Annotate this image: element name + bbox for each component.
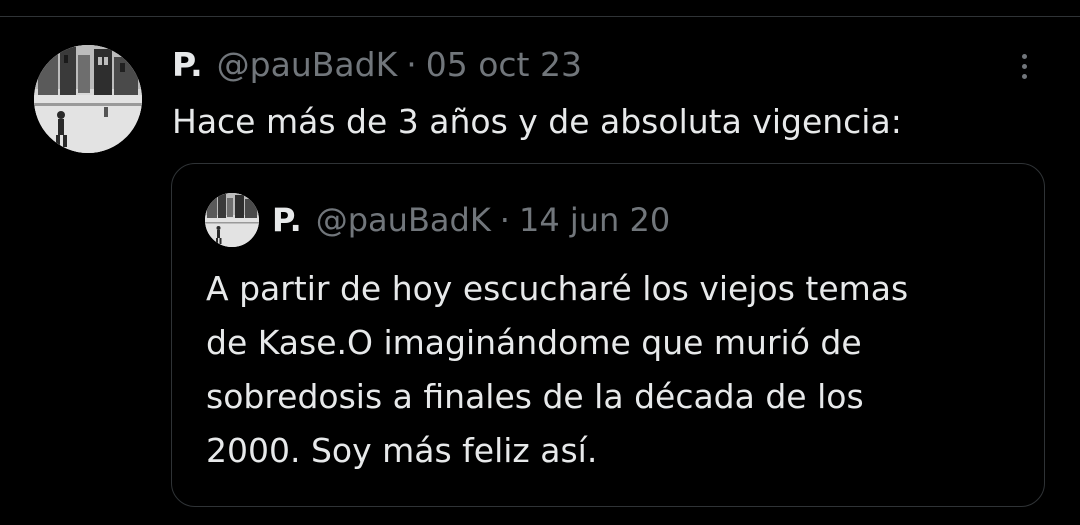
quoted-author-avatar xyxy=(205,193,259,247)
quoted-author-handle: @pauBadK xyxy=(315,201,491,239)
top-divider xyxy=(0,16,1080,17)
more-options-icon[interactable] xyxy=(1004,44,1044,88)
more-dot xyxy=(1021,63,1027,69)
author-handle[interactable]: @pauBadK xyxy=(217,45,398,84)
quoted-tweet-header: P. @pauBadK · 14 jun 20 xyxy=(272,197,670,243)
more-dot xyxy=(1021,53,1027,59)
author-avatar[interactable] xyxy=(34,45,142,153)
quoted-tweet-date: 14 jun 20 xyxy=(518,201,671,239)
quoted-text-line: de Kase.O imaginándome que murió de xyxy=(206,323,862,362)
quoted-tweet-text: A partir de hoy escucharé los viejos tem… xyxy=(206,262,1026,478)
quoted-author-name: P. xyxy=(272,201,302,239)
avatar-photo-icon xyxy=(34,45,142,153)
more-dot xyxy=(1021,73,1027,79)
tweet-text: Hace más de 3 años y de absoluta vigenci… xyxy=(172,102,902,141)
author-name[interactable]: P. xyxy=(172,45,203,84)
quoted-text-line: 2000. Soy más feliz así. xyxy=(206,431,598,470)
quoted-header-separator: · xyxy=(499,201,510,239)
quoted-text-line: sobredosis a finales de la década de los xyxy=(206,377,864,416)
tweet-header: P. @pauBadK · 05 oct 23 xyxy=(172,40,582,88)
quoted-text-line: A partir de hoy escucharé los viejos tem… xyxy=(206,269,909,308)
avatar-photo-icon xyxy=(205,193,259,247)
tweet-date[interactable]: 05 oct 23 xyxy=(426,45,582,84)
header-separator: · xyxy=(406,44,417,84)
quoted-tweet-card[interactable]: P. @pauBadK · 14 jun 20 A partir de hoy … xyxy=(171,163,1045,507)
